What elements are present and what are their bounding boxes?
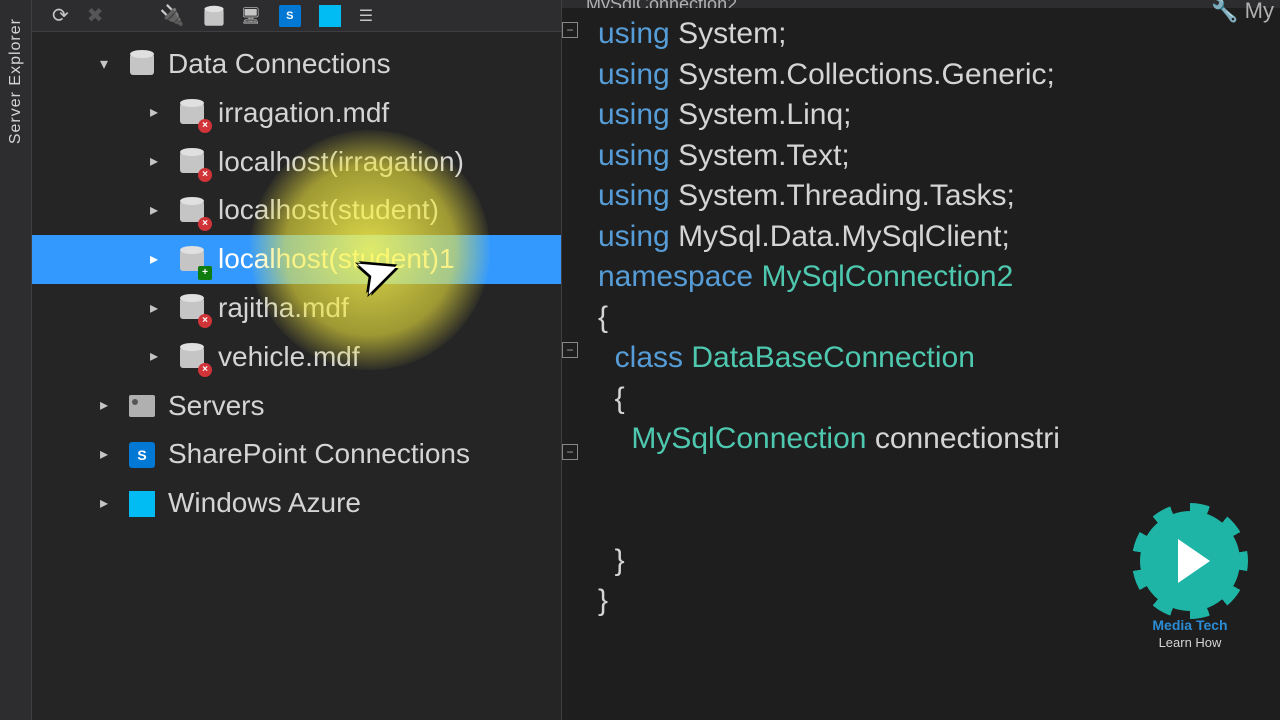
database-ok-icon: + — [176, 244, 208, 276]
tree-node-connection[interactable]: ▸ × localhost(student) — [32, 186, 561, 235]
database-group-icon — [126, 48, 158, 80]
database-error-icon: × — [176, 195, 208, 227]
tree-node-connection[interactable]: ▸ × vehicle.mdf — [32, 333, 561, 382]
fold-minus-icon[interactable]: − — [562, 444, 578, 460]
node-label: vehicle.mdf — [218, 335, 360, 380]
expand-icon[interactable]: ▸ — [92, 491, 116, 517]
node-label: irragation.mdf — [218, 91, 389, 136]
node-label: Data Connections — [168, 42, 391, 87]
database-error-icon: × — [176, 97, 208, 129]
sharepoint-icon: S — [126, 439, 158, 471]
server-icon — [126, 390, 158, 422]
list-toolbar-icon[interactable]: ☰ — [359, 6, 373, 26]
tree-node-data-connections[interactable]: ▾ Data Connections — [32, 40, 561, 89]
expand-icon[interactable]: ▸ — [142, 296, 166, 322]
database-error-icon: × — [176, 341, 208, 373]
tree-node-connection[interactable]: ▸ × irragation.mdf — [32, 89, 561, 138]
node-label: localhost(student) — [218, 188, 439, 233]
server-toolbar-icon[interactable]: 🖥 — [240, 6, 260, 26]
database-error-icon: × — [176, 292, 208, 324]
side-tab-sources[interactable]: Server Explorer — [0, 0, 32, 720]
stop-icon[interactable]: ✖ — [87, 3, 104, 28]
expand-icon[interactable]: ▸ — [142, 149, 166, 175]
fold-minus-icon[interactable]: − — [562, 342, 578, 358]
server-explorer-panel: ⟳ ✖ 🔌 🖥 S ☰ ▾ Data Connections ▸ × irrag… — [32, 0, 562, 720]
fold-gutter: − − − — [562, 14, 586, 484]
tree-node-connection[interactable]: ▸ × rajitha.mdf — [32, 284, 561, 333]
watermark: Media Tech Learn How — [1130, 511, 1250, 650]
expand-icon[interactable]: ▸ — [142, 344, 166, 370]
database-toolbar-icon[interactable] — [202, 6, 222, 26]
expand-icon[interactable]: ▸ — [142, 247, 166, 273]
connect-icon[interactable]: 🔌 — [160, 3, 185, 28]
tree-node-connection[interactable]: ▸ × localhost(irragation) — [32, 138, 561, 187]
azure-toolbar-icon[interactable] — [319, 5, 341, 27]
tree-view: ▾ Data Connections ▸ × irragation.mdf ▸ … — [32, 32, 561, 536]
watermark-subtitle: Learn How — [1130, 635, 1250, 650]
side-tab-label: Server Explorer — [7, 10, 25, 152]
expand-icon[interactable]: ▸ — [92, 393, 116, 419]
node-label: rajitha.mdf — [218, 286, 349, 331]
explorer-toolbar: ⟳ ✖ 🔌 🖥 S ☰ — [32, 0, 561, 32]
node-label: localhost(student)1 — [218, 237, 455, 282]
context-member[interactable]: 🔧 My — [1211, 0, 1274, 8]
node-label: localhost(irragation) — [218, 140, 464, 185]
tree-node-sharepoint[interactable]: ▸ S SharePoint Connections — [32, 430, 561, 479]
expand-icon[interactable]: ▸ — [142, 198, 166, 224]
refresh-icon[interactable]: ⟳ — [52, 3, 69, 28]
context-namespace[interactable]: MySqlConnection2 — [572, 0, 751, 8]
play-icon — [1178, 539, 1210, 583]
database-error-icon: × — [176, 146, 208, 178]
editor-context-bar[interactable]: MySqlConnection2 🔧 My — [562, 0, 1280, 8]
tree-node-connection-selected[interactable]: ▸ + localhost(student)1 — [32, 235, 561, 284]
collapse-icon[interactable]: ▾ — [92, 52, 116, 78]
expand-icon[interactable]: ▸ — [92, 442, 116, 468]
tree-node-servers[interactable]: ▸ Servers — [32, 382, 561, 431]
node-label: Servers — [168, 384, 264, 429]
expand-icon[interactable]: ▸ — [142, 100, 166, 126]
azure-icon — [126, 488, 158, 520]
watermark-gear-icon — [1140, 511, 1240, 611]
tree-node-azure[interactable]: ▸ Windows Azure — [32, 479, 561, 528]
fold-minus-icon[interactable]: − — [562, 22, 578, 38]
node-label: Windows Azure — [168, 481, 361, 526]
sharepoint-toolbar-icon[interactable]: S — [279, 5, 301, 27]
watermark-title: Media Tech — [1130, 617, 1250, 633]
node-label: SharePoint Connections — [168, 432, 470, 477]
